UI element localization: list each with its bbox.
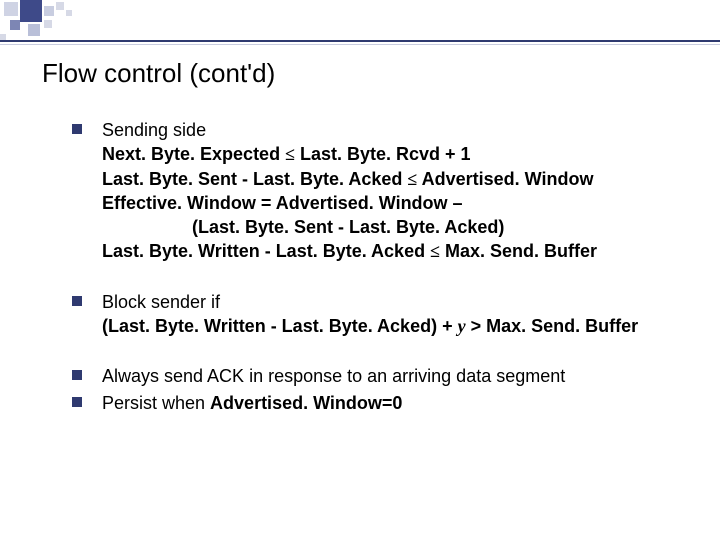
- line: (Last. Byte. Sent - Last. Byte. Acked): [102, 215, 680, 239]
- bullet-ack: Always send ACK in response to an arrivi…: [72, 364, 680, 388]
- header-rule: [0, 40, 720, 42]
- line: Next. Byte. Expected ≤ Last. Byte. Rcvd …: [102, 142, 680, 166]
- line: Always send ACK in response to an arrivi…: [102, 364, 680, 388]
- slide: Flow control (cont'd) Sending side Next.…: [0, 0, 720, 540]
- bullet-persist: Persist when Advertised. Window=0: [72, 391, 680, 415]
- line: Persist when Advertised. Window=0: [102, 391, 680, 415]
- line: Block sender if: [102, 290, 680, 314]
- slide-body: Sending side Next. Byte. Expected ≤ Last…: [72, 118, 680, 417]
- bullet-sending-side: Sending side Next. Byte. Expected ≤ Last…: [72, 118, 680, 264]
- slide-title: Flow control (cont'd): [42, 58, 275, 89]
- line: Last. Byte. Written - Last. Byte. Acked …: [102, 239, 680, 263]
- line: Effective. Window = Advertised. Window –: [102, 191, 680, 215]
- line: Sending side: [102, 118, 680, 142]
- corner-decoration: [0, 0, 140, 38]
- line: Last. Byte. Sent - Last. Byte. Acked ≤ A…: [102, 167, 680, 191]
- bullet-group-tail: Always send ACK in response to an arrivi…: [72, 364, 680, 415]
- bullet-block-sender: Block sender if (Last. Byte. Written - L…: [72, 290, 680, 339]
- line: (Last. Byte. Written - Last. Byte. Acked…: [102, 314, 680, 338]
- header-rule-light: [0, 44, 720, 45]
